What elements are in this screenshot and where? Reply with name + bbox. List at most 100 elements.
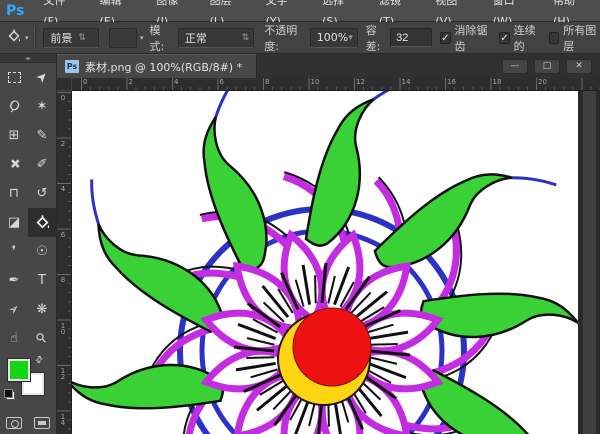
hruler-label: 20 [538,78,547,86]
tolerance-input[interactable] [390,28,432,47]
hruler-label: 8 [265,78,269,86]
brush-tool[interactable]: ✐ [28,150,56,179]
magic-wand-tool-icon: ✶ [37,99,48,114]
crop-tool[interactable]: ⊞ [0,121,28,150]
lasso-tool-icon: Ϙ [6,98,22,116]
eyedropper-tool-icon: ✎ [37,128,48,143]
checkbox-连续的[interactable]: ✓ 连续的 [499,22,541,54]
flower-artwork [72,91,578,434]
vruler-label: 14 [59,413,67,425]
pen-tool-icon: ✒ [9,273,20,288]
option-checkboxes: ✓消除锯齿✓连续的所有图层 [432,22,600,54]
ruler-corner[interactable] [57,78,72,91]
hruler-label: 16 [447,78,456,86]
marquee-icon [8,72,21,83]
crop-tool-icon: ⊞ [9,128,20,143]
stepper-icon: ⇅ [78,33,86,43]
path-selection-tool[interactable]: ➢ [0,295,28,324]
vruler-label: 4 [59,185,67,191]
menu-bar: Ps 文件(F)编辑(E)图像(I)图层(L)文字(Y)选择(S)滤镜(T)视图… [0,0,600,22]
move-tool[interactable]: ➤ [28,63,56,92]
restore-button[interactable]: □ [534,59,560,74]
pasteboard-scroll-strip[interactable] [578,91,600,434]
checkbox-消除锯齿[interactable]: ✓消除锯齿 [440,22,491,54]
healing-brush-tool-icon: ✚ [5,155,23,173]
hruler-label: 10 [311,78,320,86]
dodge-tool[interactable]: ☉ [28,237,56,266]
document-tab-title: 素材.png @ 100%(RGB/8#) * [85,59,242,75]
zoom-tool-icon: ⚲ [33,330,50,347]
hruler-label: 6 [220,78,224,86]
vruler-label: 0 [59,94,67,100]
color-swatches: ⇄ [0,357,56,409]
healing-brush-tool[interactable]: ✚ [0,150,28,179]
paint-bucket-icon [6,28,22,47]
rectangular-marquee-tool[interactable] [0,63,28,92]
default-colors-icon[interactable] [6,391,15,400]
vertical-ruler[interactable]: 02468101214 [57,91,72,434]
pattern-picker[interactable] [109,28,137,48]
close-button[interactable]: ✕ [566,59,592,74]
screen-mode-button[interactable] [34,417,50,429]
checkbox-label: 所有图层 [563,22,600,54]
stepper-icon: ⇅ [242,33,250,43]
zoom-tool[interactable]: ⚲ [28,324,56,353]
eraser-tool[interactable]: ◪ [0,208,28,237]
checkbox-box[interactable] [549,32,559,44]
horizontal-ruler[interactable]: 02468101214161820 [72,78,600,91]
dodge-tool-icon: ☉ [36,244,48,259]
eraser-tool-icon: ◪ [8,215,20,230]
tools-panel-header[interactable]: ◂▸ [0,54,56,63]
vruler-label: 6 [59,231,67,237]
paint-bucket-tool[interactable] [28,208,56,237]
vruler-label: 10 [59,322,67,334]
pen-tool[interactable]: ✒ [0,266,28,295]
foreground-color-swatch[interactable] [8,359,30,381]
clone-stamp-tool-icon: ⊓ [9,186,19,201]
fill-source-select[interactable]: 前景 ⇅ [43,28,99,48]
vruler-label: 8 [59,276,67,282]
chevron-down-icon: ▾ [348,33,353,43]
vruler-label: 12 [59,367,67,379]
hand-tool-icon: ☝ [10,331,18,346]
window-controls: — □ ✕ [502,59,600,74]
hruler-label: 0 [83,78,87,86]
history-brush-tool-icon: ↺ [37,186,48,201]
blur-tool[interactable]: ❜ [0,237,28,266]
custom-shape-tool[interactable]: ❋ [28,295,56,324]
hruler-label: 12 [356,78,365,86]
document-tab[interactable]: Ps 素材.png @ 100%(RGB/8#) * [57,54,257,78]
swap-colors-icon[interactable]: ⇄ [34,354,46,366]
mode-select[interactable]: 正常 ⇅ [178,28,254,48]
opacity-select[interactable]: 100% ▾ [310,28,358,48]
divider [34,27,35,49]
canvas-area [72,91,600,434]
magic-wand-tool[interactable]: ✶ [28,92,56,121]
hruler-label: 18 [493,78,502,86]
history-brush-tool[interactable]: ↺ [28,179,56,208]
checkbox-box[interactable]: ✓ [499,32,509,44]
quick-mask-button[interactable] [6,417,22,429]
chevron-down-icon: ▾ [25,34,29,42]
hand-tool[interactable]: ☝ [0,324,28,353]
hruler-label: 14 [402,78,411,86]
eyedropper-tool[interactable]: ✎ [28,121,56,150]
chevron-down-icon: ▾ [140,34,144,42]
tool-preset-picker[interactable]: ▾ [0,28,29,47]
type-tool-icon: T [38,273,46,288]
mode-label: 模式: [150,22,172,54]
tool-options-bar: ▾ 前景 ⇅ ▾ 模式: 正常 ⇅ 不透明度: 100% ▾ 容差: ✓消除锯齿… [0,22,600,54]
checkbox-label: 连续的 [514,22,541,54]
lasso-tool[interactable]: Ϙ [0,92,28,121]
brush-tool-icon: ✐ [37,157,48,172]
checkbox-box[interactable]: ✓ [440,32,450,44]
opacity-label: 不透明度: [264,22,306,54]
document-canvas[interactable] [72,91,578,434]
hruler-label: 2 [129,78,133,86]
tolerance-label: 容差: [366,22,388,54]
clone-stamp-tool[interactable]: ⊓ [0,179,28,208]
file-type-icon: Ps [65,60,79,73]
minimize-button[interactable]: — [502,59,528,74]
type-tool[interactable]: T [28,266,56,295]
checkbox-所有图层[interactable]: 所有图层 [549,22,600,54]
